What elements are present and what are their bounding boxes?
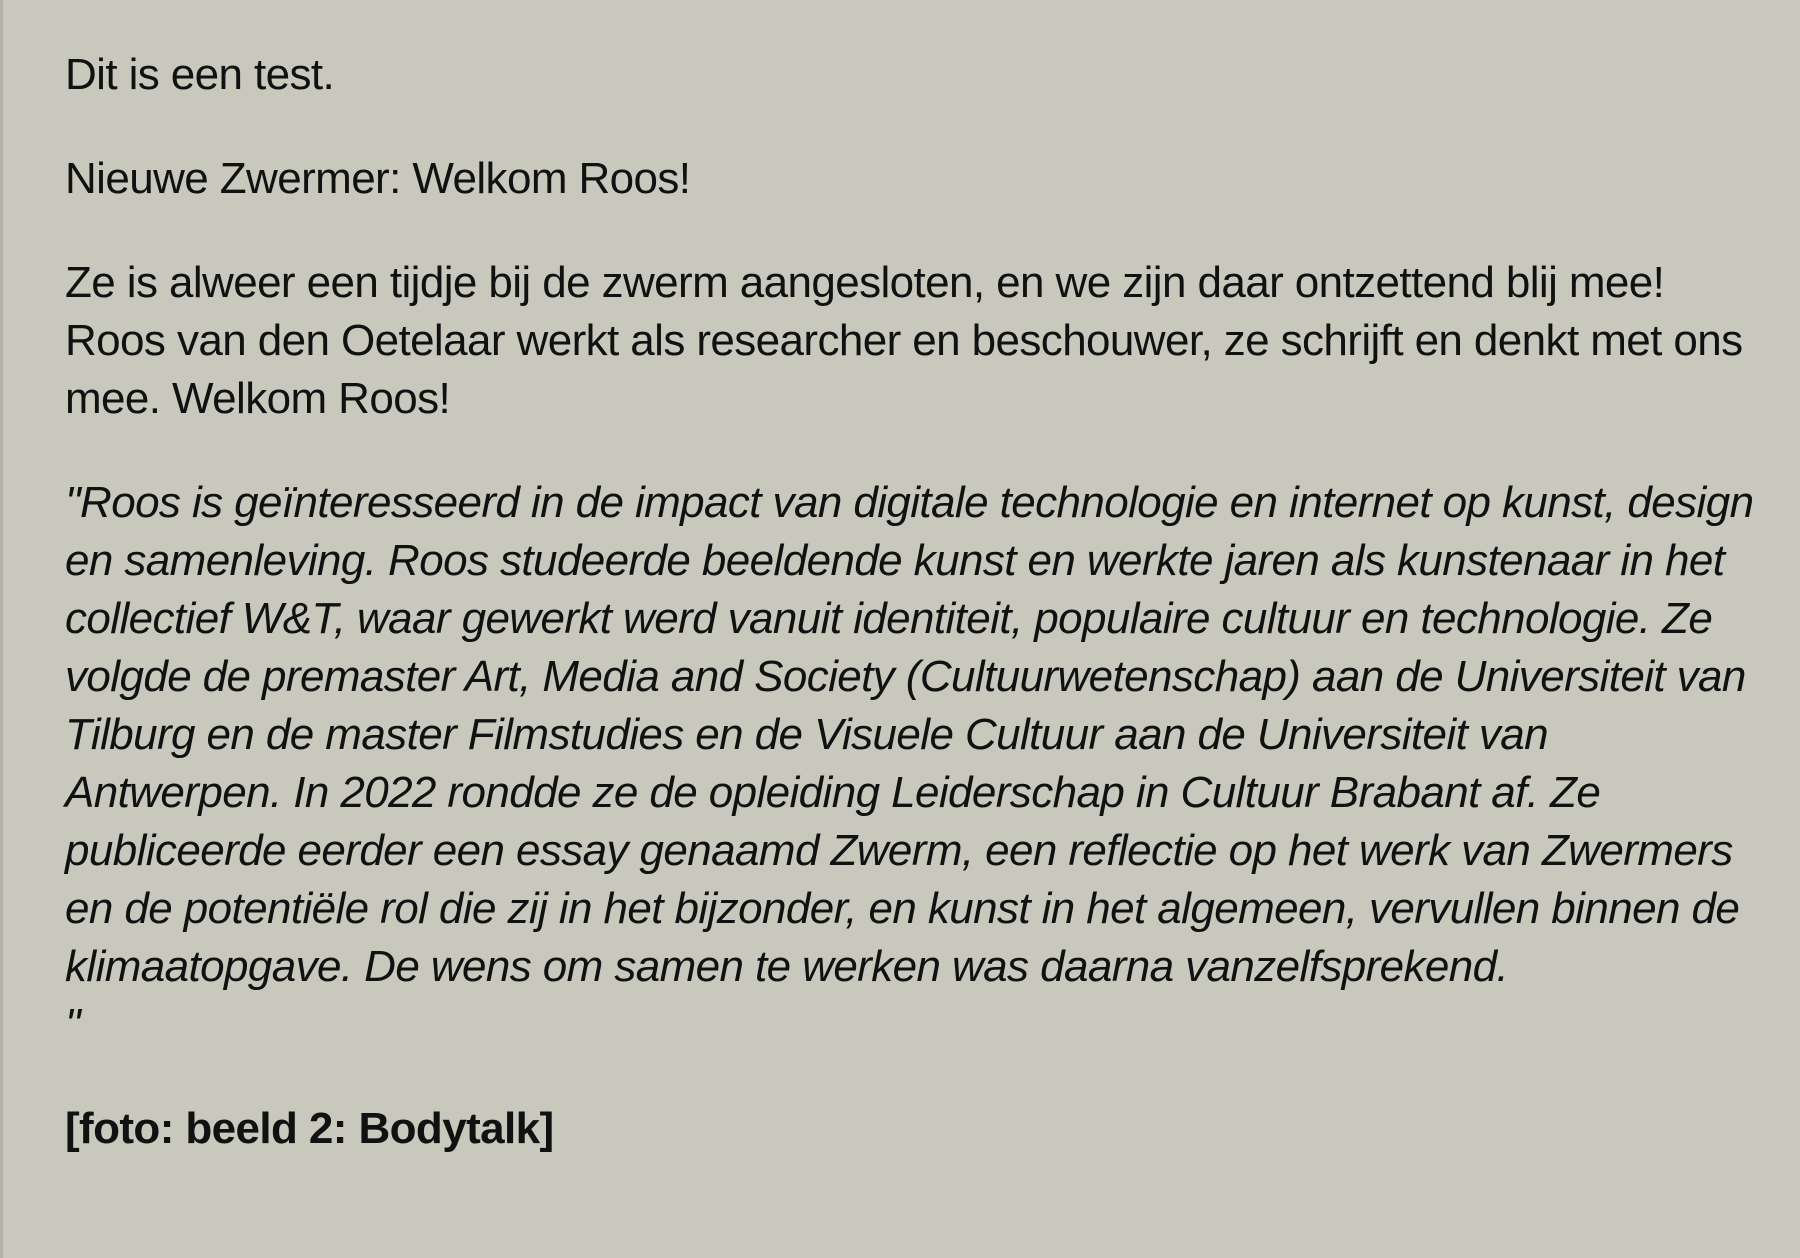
photo-caption: [foto: beeld 2: Bodytalk] — [65, 1104, 554, 1153]
bio-quote: "Roos is geïnteresseerd in de impact van… — [65, 474, 1765, 1054]
test-line: Dit is een test. — [65, 50, 335, 99]
window-left-edge — [0, 0, 3, 1258]
article-body: Dit is een test. Nieuwe Zwermer: Welkom … — [65, 46, 1765, 1204]
intro-paragraph: Ze is alweer een tijdje bij de zwerm aan… — [65, 258, 1743, 423]
bio-quote-close: " — [65, 1000, 81, 1049]
bio-quote-text: "Roos is geïnteresseerd in de impact van… — [65, 478, 1754, 991]
article-heading: Nieuwe Zwermer: Welkom Roos! — [65, 154, 691, 203]
